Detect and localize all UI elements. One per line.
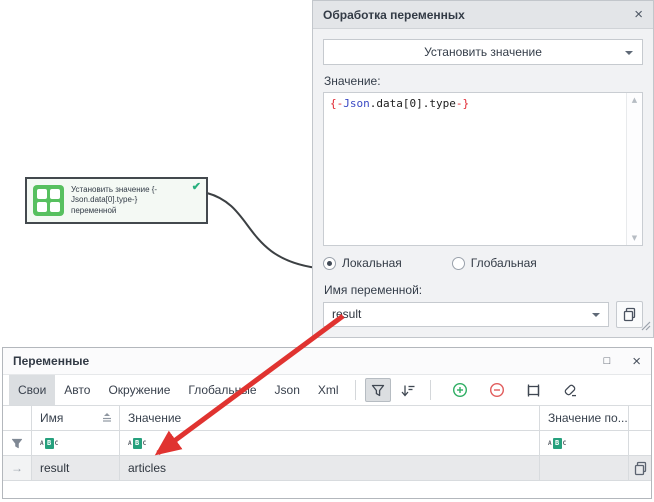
tab-global[interactable]: Глобальные [179, 375, 265, 405]
chevron-down-icon [625, 51, 633, 55]
variables-table: Имя Значение Значение по... [3, 406, 651, 481]
close-icon[interactable]: × [632, 354, 641, 369]
tab-environment[interactable]: Окружение [99, 375, 179, 405]
row-indicator-icon: → [11, 461, 23, 475]
radio-global-label: Глобальная [471, 256, 537, 270]
action-type-value: Установить значение [424, 45, 542, 59]
table-row[interactable]: → result articles [3, 456, 651, 481]
toolbar-separator [430, 380, 431, 400]
plus-circle-icon [452, 382, 468, 398]
filter-funnel-icon [371, 384, 385, 397]
value-textarea[interactable]: {-Json.data[0].type-} ▲ ▼ [323, 92, 643, 246]
variable-name-label: Имя переменной: [324, 283, 643, 297]
variables-titlebar: Переменные □ × [3, 348, 651, 375]
scope-radio-row: Локальная Глобальная [323, 256, 643, 270]
success-check-icon: ✔ [192, 180, 201, 193]
header-spacer-cell [628, 406, 651, 430]
column-chooser-button[interactable] [521, 378, 547, 402]
scroll-up-icon[interactable]: ▲ [632, 96, 637, 104]
column-frame-icon [525, 383, 542, 398]
abc-filter-icon: ABC [40, 438, 58, 449]
column-header-name[interactable]: Имя [31, 406, 119, 430]
window-controls: □ × [604, 354, 641, 369]
action-type-select[interactable]: Установить значение [323, 39, 643, 65]
clear-button[interactable] [558, 378, 584, 402]
sort-button[interactable] [395, 378, 421, 402]
radio-selected-icon[interactable] [323, 257, 336, 270]
minus-circle-icon [489, 382, 505, 398]
abc-filter-icon: ABC [128, 438, 146, 449]
variable-name-value: result [332, 307, 361, 321]
copy-value-button[interactable] [628, 456, 651, 480]
tab-json[interactable]: Json [266, 375, 309, 405]
radio-unselected-icon[interactable] [452, 257, 465, 270]
eraser-icon [562, 383, 579, 398]
scrollbar[interactable]: ▲ ▼ [626, 93, 642, 245]
panel-body: Установить значение Значение: {-Json.dat… [313, 29, 653, 338]
radio-local[interactable]: Локальная [323, 256, 402, 270]
abc-filter-icon: ABC [548, 438, 566, 449]
table-header-row: Имя Значение Значение по... [3, 406, 651, 431]
tab-auto[interactable]: Авто [55, 375, 99, 405]
header-indicator-cell [3, 406, 31, 430]
filter-funnel-icon [11, 438, 23, 449]
filter-cell-default-value[interactable]: ABC [539, 431, 628, 455]
value-label: Значение: [324, 74, 643, 88]
tab-xml[interactable]: Xml [309, 375, 348, 405]
filter-toggle-button[interactable] [365, 378, 391, 402]
tab-own[interactable]: Свои [9, 375, 55, 405]
variables-title: Переменные [13, 354, 89, 368]
filter-spacer-cell [628, 431, 651, 455]
toolbar-separator [355, 380, 356, 400]
close-icon[interactable]: × [634, 7, 643, 22]
variable-processing-panel: Обработка переменных × Установить значен… [312, 0, 654, 338]
row-indicator-cell: → [3, 456, 31, 480]
variables-panel: Переменные □ × Свои Авто Окружение Глоба… [2, 347, 652, 499]
sort-descending-icon [400, 384, 416, 397]
filter-cell-value[interactable]: ABC [119, 431, 539, 455]
filter-cell-name[interactable]: ABC [31, 431, 119, 455]
filter-row: ABC ABC ABC [3, 431, 651, 456]
flow-node-set-value[interactable]: Установить значение {- Json.data[0].type… [25, 177, 208, 224]
variables-tabbar: Свои Авто Окружение Глобальные Json Xml [3, 375, 651, 406]
grid-squares-icon [33, 185, 64, 216]
add-variable-button[interactable] [447, 378, 473, 402]
remove-variable-button[interactable] [484, 378, 510, 402]
copy-icon [622, 307, 637, 322]
sort-ascending-icon [101, 411, 113, 425]
flow-node-label: Установить значение {- Json.data[0].type… [71, 185, 157, 216]
copy-icon [633, 461, 648, 476]
panel-title: Обработка переменных [323, 8, 465, 22]
filter-indicator-cell [3, 431, 31, 455]
radio-local-label: Локальная [342, 256, 402, 270]
chevron-down-icon [592, 313, 600, 317]
radio-global[interactable]: Глобальная [452, 256, 537, 270]
cell-variable-value[interactable]: articles [119, 456, 539, 480]
panel-titlebar: Обработка переменных × [313, 1, 653, 29]
code-expression: {-Json.data[0].type-} [330, 97, 469, 110]
cell-default-value[interactable] [539, 456, 628, 480]
variable-name-row: result [323, 301, 643, 328]
resize-grip[interactable] [640, 318, 651, 336]
variable-name-combobox[interactable]: result [323, 302, 609, 327]
maximize-icon[interactable]: □ [604, 355, 611, 367]
column-header-value[interactable]: Значение [119, 406, 539, 430]
scroll-down-icon[interactable]: ▼ [632, 234, 637, 242]
cell-variable-name[interactable]: result [31, 456, 119, 480]
column-header-default-value[interactable]: Значение по... [539, 406, 628, 430]
copy-variable-button[interactable] [616, 301, 643, 328]
